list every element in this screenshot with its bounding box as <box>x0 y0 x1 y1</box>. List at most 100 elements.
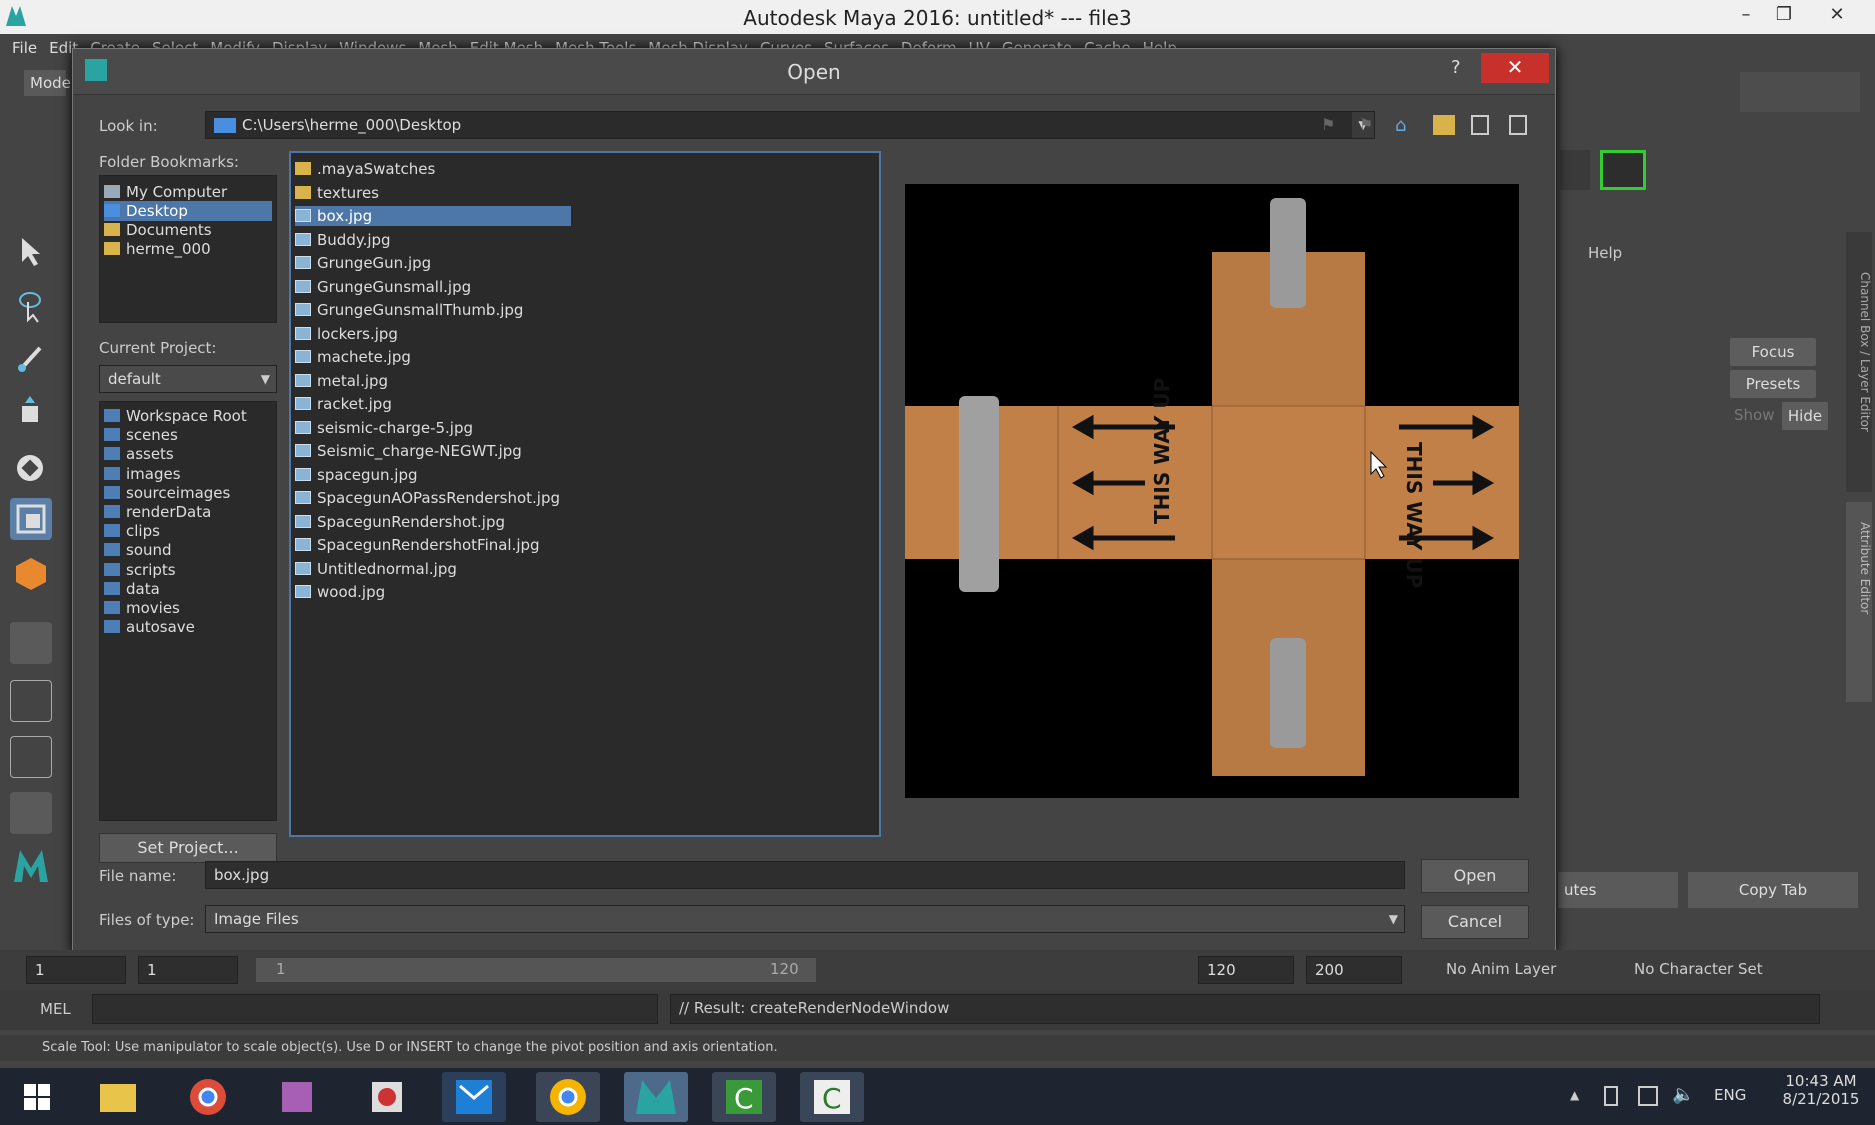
cancel-button[interactable]: Cancel <box>1421 905 1529 939</box>
menu-item[interactable]: File <box>12 34 37 62</box>
bookmark-documents[interactable]: Documents <box>104 220 272 240</box>
focus-button[interactable]: Focus <box>1730 338 1816 366</box>
project-folder-item[interactable]: clips <box>104 521 160 541</box>
clock[interactable]: 10:43 AM 8/21/2015 <box>1776 1072 1866 1108</box>
language-indicator[interactable]: ENG <box>1714 1086 1746 1104</box>
file-item[interactable]: seismic-charge-5.jpg <box>295 418 481 438</box>
file-item[interactable]: Untitlednormal.jpg <box>295 559 465 579</box>
hide-button[interactable]: Hide <box>1782 402 1828 430</box>
project-folder-item[interactable]: scenes <box>104 425 178 445</box>
file-item[interactable]: GrungeGunsmall.jpg <box>295 277 479 297</box>
file-item[interactable]: machete.jpg <box>295 347 419 367</box>
file-explorer-icon[interactable] <box>86 1072 150 1122</box>
character-set-selector[interactable]: No Character Set <box>1634 960 1763 978</box>
presets-button[interactable]: Presets <box>1730 370 1816 398</box>
project-folder-item[interactable]: renderData <box>104 502 211 522</box>
file-item[interactable]: .mayaSwatches <box>295 159 443 179</box>
bookmark-my-computer[interactable]: My Computer <box>104 182 272 202</box>
layout-four-icon[interactable] <box>10 680 52 722</box>
chevron-down-icon[interactable]: ▼ <box>261 366 270 392</box>
project-folder-item[interactable]: Workspace Root <box>104 406 247 426</box>
set-project-button[interactable]: Set Project... <box>99 833 277 863</box>
move-tool-icon[interactable] <box>10 392 52 434</box>
help-button[interactable]: ? <box>1451 57 1461 78</box>
project-folder-item[interactable]: assets <box>104 444 174 464</box>
mail-icon[interactable] <box>442 1072 506 1122</box>
back-icon[interactable]: ⚑ <box>1321 115 1341 135</box>
file-item[interactable]: SpacegunRendershotFinal.jpg <box>295 535 548 555</box>
file-item[interactable]: textures <box>295 183 387 203</box>
show-hidden-icons[interactable]: ▲ <box>1570 1088 1586 1104</box>
mel-label[interactable]: MEL <box>40 1000 71 1018</box>
list-view-icon[interactable] <box>1471 115 1489 135</box>
maya-taskbar-icon[interactable] <box>624 1072 688 1122</box>
project-folder-item[interactable]: movies <box>104 598 180 618</box>
anim-layer-selector[interactable]: No Anim Layer <box>1446 960 1556 978</box>
file-item[interactable]: metal.jpg <box>295 371 396 391</box>
close-button[interactable]: ✕ <box>1481 53 1549 83</box>
xray-toggle-icon[interactable] <box>1600 150 1646 190</box>
copy-tab-button[interactable]: Copy Tab <box>1688 872 1858 908</box>
file-item[interactable]: SpacegunAOPassRendershot.jpg <box>295 488 568 508</box>
project-folder-item[interactable]: images <box>104 464 181 484</box>
file-item[interactable]: box.jpg <box>295 206 571 226</box>
layout-outliner-icon[interactable] <box>10 792 52 834</box>
select-tool-icon[interactable] <box>10 230 52 272</box>
restore-button[interactable]: ❐ <box>1765 0 1803 32</box>
detail-view-icon[interactable] <box>1509 115 1527 135</box>
files-of-type-combo[interactable]: Image Files ▼ <box>205 905 1405 933</box>
start-frame-field[interactable]: 1 <box>26 956 126 984</box>
poly-cube-icon[interactable] <box>10 552 52 594</box>
file-item[interactable]: wood.jpg <box>295 582 393 602</box>
battery-icon[interactable] <box>1604 1086 1618 1106</box>
anim-end-field[interactable]: 200 <box>1306 956 1402 984</box>
file-item[interactable]: racket.jpg <box>295 394 400 414</box>
look-in-combo[interactable]: C:\Users\herme_000\Desktop ▼ <box>205 111 1375 139</box>
range-slider[interactable]: 1 120 <box>256 958 816 982</box>
new-folder-icon[interactable] <box>1433 115 1455 135</box>
project-folder-item[interactable]: data <box>104 579 160 599</box>
network-icon[interactable] <box>1638 1086 1658 1106</box>
open-button[interactable]: Open <box>1421 859 1529 893</box>
project-folder-item[interactable]: sound <box>104 540 172 560</box>
chrome-taskbar-icon[interactable] <box>536 1072 600 1122</box>
range-end-field[interactable]: 120 <box>1198 956 1294 984</box>
bookmark-desktop[interactable]: Desktop <box>104 201 272 221</box>
file-item[interactable]: GrungeGunsmallThumb.jpg <box>295 300 531 320</box>
range-start-field[interactable]: 1 <box>138 956 238 984</box>
chrome-icon[interactable] <box>176 1072 240 1122</box>
current-project-combo[interactable]: default ▼ <box>99 365 277 393</box>
camtasia-recorder-icon[interactable]: C <box>800 1072 864 1122</box>
file-item[interactable]: SpacegunRendershot.jpg <box>295 512 513 532</box>
channel-box-tab[interactable]: Channel Box / Layer Editor <box>1846 232 1872 492</box>
lasso-tool-icon[interactable] <box>10 284 52 326</box>
windows-start-icon[interactable] <box>6 1072 70 1122</box>
file-item[interactable]: lockers.jpg <box>295 324 406 344</box>
chevron-down-icon[interactable]: ▼ <box>1389 906 1398 932</box>
minimize-button[interactable]: – <box>1727 0 1765 32</box>
camtasia-icon[interactable]: C <box>712 1072 776 1122</box>
mel-input[interactable] <box>92 994 658 1024</box>
window-close-button[interactable]: ✕ <box>1818 0 1856 32</box>
file-item[interactable]: Buddy.jpg <box>295 230 399 250</box>
forward-icon[interactable]: ⚑ <box>1359 115 1379 135</box>
file-item[interactable]: spacegun.jpg <box>295 465 426 485</box>
project-folder-item[interactable]: autosave <box>104 617 195 637</box>
maya-m-icon[interactable] <box>10 844 52 886</box>
scale-tool-icon[interactable] <box>10 498 52 540</box>
paint-select-tool-icon[interactable] <box>10 338 52 380</box>
file-name-input[interactable]: box.jpg <box>205 861 1405 889</box>
camera-app-icon[interactable] <box>356 1072 420 1122</box>
photo-app-icon[interactable] <box>266 1072 330 1122</box>
layout-single-icon[interactable] <box>10 622 52 664</box>
file-item[interactable]: Seismic_charge-NEGWT.jpg <box>295 441 530 461</box>
project-folder-item[interactable]: scripts <box>104 560 176 580</box>
rotate-tool-icon[interactable] <box>10 446 52 488</box>
show-button[interactable]: Show <box>1734 406 1774 424</box>
attribute-editor-tab[interactable]: Attribute Editor <box>1846 502 1872 702</box>
file-item[interactable]: GrungeGun.jpg <box>295 253 439 273</box>
bookmark-herme[interactable]: herme_000 <box>104 239 272 259</box>
mode-selector[interactable]: Mode <box>24 70 71 96</box>
attributes-tab[interactable]: utes <box>1558 872 1678 908</box>
project-folder-item[interactable]: sourceimages <box>104 483 230 503</box>
